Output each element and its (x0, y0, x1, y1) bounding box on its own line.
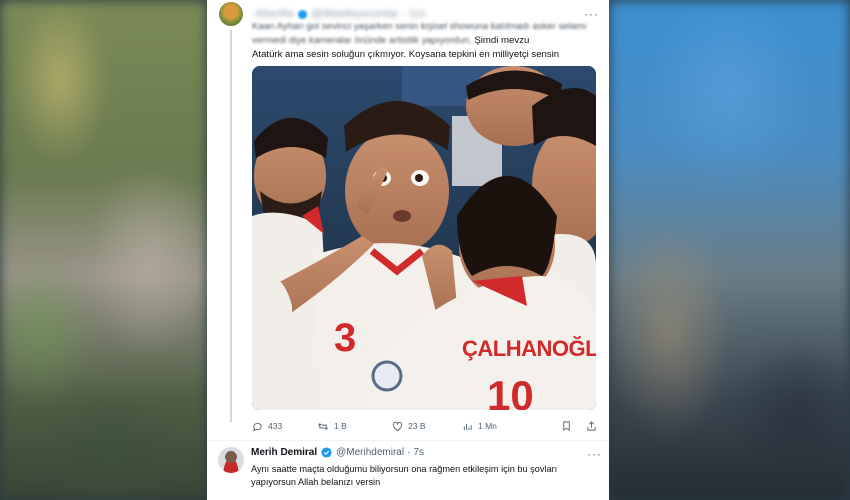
verified-badge-icon (321, 447, 332, 458)
views-count: 1 Mn (478, 421, 497, 431)
tweet2-separator: · (407, 447, 411, 458)
tweet1-action-bar: 433 1 B 23 B 1 Mn (252, 418, 597, 434)
tweet2-avatar[interactable] (218, 447, 244, 473)
tweet2-text: Aynı saatte maçta olduğumu biliyorsun on… (251, 464, 558, 487)
thread-connector-line (230, 30, 232, 422)
tweet1-more-icon[interactable]: ··· (584, 7, 599, 21)
bookmark-icon[interactable] (561, 420, 572, 432)
tweet2-timestamp[interactable]: 7s (413, 447, 424, 458)
tweet1-media-image[interactable]: 3 ÇALHANOĞLU 10 (252, 66, 596, 410)
tweet1-handle[interactable]: @ilkbelleyorumlar · 11s (311, 8, 425, 20)
like-button[interactable]: 23 B (392, 421, 462, 432)
repost-button[interactable]: 1 B (317, 421, 392, 432)
blurred-background-right (609, 0, 850, 500)
tweet2-handle[interactable]: @Merihdemiral (336, 447, 404, 458)
tweet1-verified-icon (298, 9, 308, 19)
share-icon[interactable] (586, 420, 597, 432)
repost-icon (318, 422, 328, 430)
like-count: 23 B (408, 421, 426, 431)
tweet1-text-line4: Atatürk ama sesin soluğun çıkmıyor. Koys… (252, 49, 560, 60)
blurred-background-left (0, 0, 207, 500)
tweet2-author-name[interactable]: Merih Demiral (251, 447, 317, 458)
tweet2-header: Merih Demiral @Merihdemiral · 7s (251, 447, 424, 458)
jersey-number-10: 10 (487, 372, 534, 410)
jersey-number-3: 3 (334, 316, 356, 360)
tweet2-more-icon[interactable]: ··· (587, 447, 602, 461)
jersey-name: ÇALHANOĞLU (462, 336, 596, 361)
tweet1-author-name[interactable]: AltanRe (255, 8, 294, 20)
tweet1-text-blurred: Kaan Ayhan gol sevinci yaşarken senin ki… (252, 21, 587, 46)
views-icon (463, 423, 472, 430)
reply-button[interactable]: 433 (252, 421, 317, 432)
tweet1-avatar[interactable] (219, 2, 243, 26)
repost-count: 1 B (334, 421, 347, 431)
reply-count: 433 (268, 421, 283, 431)
tweet-thread-card: AltanRe @ilkbelleyorumlar · 11s ··· Kaan… (207, 0, 609, 500)
tweet1-text: Kaan Ayhan gol sevinci yaşarken senin ki… (252, 20, 602, 62)
reply-icon (252, 422, 262, 432)
views-button[interactable]: 1 Mn (462, 421, 522, 432)
heart-icon (392, 421, 403, 431)
tweet1-text-line3-rest: Şimdi mevzu (474, 35, 530, 46)
football-players-photo: 3 ÇALHANOĞLU 10 (252, 66, 596, 410)
tweet-divider (207, 440, 609, 441)
